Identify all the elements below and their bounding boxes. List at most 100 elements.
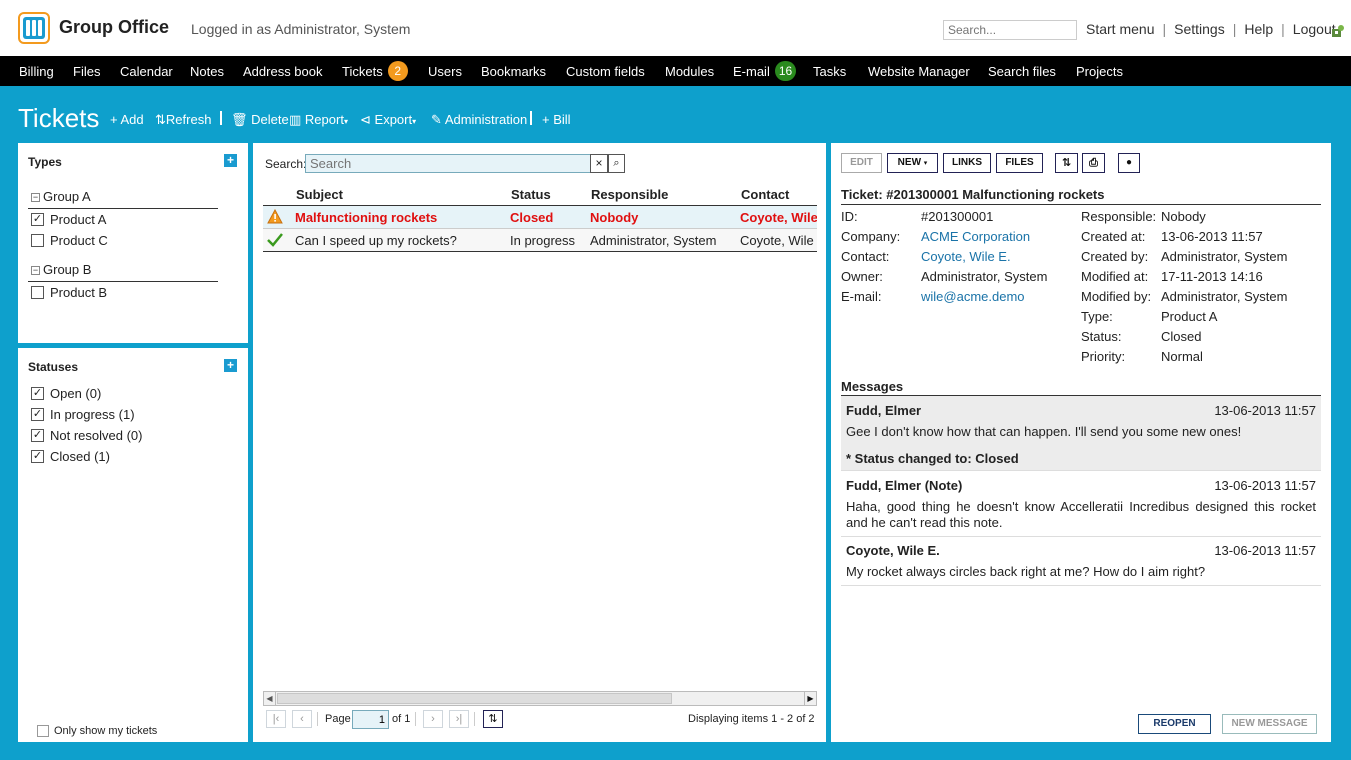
nav-tickets[interactable]: Tickets 2 [342, 60, 408, 81]
group-office-logo-icon[interactable] [18, 12, 50, 44]
page-of-label: of 1 [392, 713, 411, 725]
column-subject[interactable]: Subject [296, 187, 343, 202]
nav-website-manager[interactable]: Website Manager [868, 64, 970, 79]
field-label: ID: [841, 209, 858, 224]
nav-search-files[interactable]: Search files [988, 64, 1056, 79]
nav-files[interactable]: Files [73, 64, 100, 79]
trash-icon: 🗑 [231, 112, 248, 127]
logout-link[interactable]: Logout [1293, 21, 1336, 37]
email-link[interactable]: wile@acme.demo [921, 289, 1025, 304]
message-author: Fudd, Elmer (Note) [846, 478, 963, 493]
field-label: Modified at: [1081, 269, 1149, 284]
field-label: Status: [1081, 329, 1122, 344]
administration-button[interactable]: ✎ Administration [431, 112, 527, 128]
column-status[interactable]: Status [511, 187, 551, 202]
nav-notes[interactable]: Notes [190, 64, 224, 79]
nav-users[interactable]: Users [428, 64, 462, 79]
messages-title: Messages [841, 379, 904, 394]
new-button[interactable]: NEW ▾ [887, 153, 938, 173]
app-name: Group Office [59, 17, 170, 37]
refresh-detail-icon[interactable]: ⇅ [1055, 153, 1078, 173]
message-item: Fudd, Elmer 13-06-2013 11:57 Gee I don't… [841, 396, 1321, 471]
nav-custom-fields[interactable]: Custom fields [566, 64, 645, 79]
bill-button[interactable]: + Bill [542, 112, 571, 127]
types-title: Types [28, 155, 62, 169]
product-c-checkbox[interactable] [31, 234, 44, 247]
nav-billing[interactable]: Billing [19, 64, 54, 79]
message-author: Fudd, Elmer [846, 403, 922, 418]
start-menu-link[interactable]: Start menu [1086, 21, 1154, 37]
clear-search-icon[interactable]: × [590, 154, 608, 173]
warning-icon [267, 209, 283, 224]
contact-link[interactable]: Coyote, Wile E. [921, 249, 1011, 264]
group-a-header[interactable]: − Group A [31, 189, 91, 204]
next-page-icon[interactable]: › [423, 710, 443, 728]
collapse-icon[interactable]: − [31, 193, 40, 202]
email-count-badge: 16 [774, 60, 797, 81]
grid-search-input[interactable] [305, 154, 592, 173]
refresh-button[interactable]: ⇅Refresh [155, 112, 211, 128]
only-my-tickets-checkbox[interactable] [37, 725, 49, 737]
field-label: Contact: [841, 249, 890, 264]
settings-link[interactable]: Settings [1174, 21, 1225, 37]
nav-calendar[interactable]: Calendar [120, 64, 173, 79]
nav-modules[interactable]: Modules [665, 64, 714, 79]
scroll-left-icon[interactable]: ◀ [264, 692, 276, 705]
ticket-heading: Ticket: #201300001 Malfunctioning rocket… [841, 187, 1105, 202]
nav-bookmarks[interactable]: Bookmarks [481, 64, 546, 79]
nav-email[interactable]: E-mail 16 [733, 60, 797, 81]
company-link[interactable]: ACME Corporation [921, 229, 1030, 244]
product-a-label: Product A [50, 212, 107, 227]
status-in-progress-label: In progress (1) [50, 407, 135, 422]
horizontal-scrollbar[interactable]: ◀ ▶ [263, 691, 817, 706]
group-b-header[interactable]: − Group B [31, 262, 91, 277]
delete-button[interactable]: 🗑 Delete [231, 112, 289, 128]
collapse-icon[interactable]: − [31, 266, 40, 275]
edit-button[interactable]: EDIT [841, 153, 882, 173]
scroll-right-icon[interactable]: ▶ [804, 692, 816, 705]
nav-projects[interactable]: Projects [1076, 64, 1123, 79]
check-icon [267, 233, 283, 247]
links-button[interactable]: LINKS [943, 153, 991, 173]
help-link[interactable]: Help [1244, 21, 1273, 37]
page-label: Page [325, 713, 351, 725]
add-button[interactable]: + Add [110, 112, 144, 127]
module-nav: Billing Files Calendar Notes Address boo… [0, 56, 1351, 86]
add-status-icon[interactable]: + [224, 359, 237, 372]
files-button[interactable]: FILES [996, 153, 1043, 173]
status-not-resolved-checkbox[interactable]: ✓ [31, 429, 44, 442]
status-open-checkbox[interactable]: ✓ [31, 387, 44, 400]
status-closed-checkbox[interactable]: ✓ [31, 450, 44, 463]
column-contact[interactable]: Contact [741, 187, 789, 202]
page-title: Tickets [18, 103, 100, 133]
nav-address-book[interactable]: Address book [243, 64, 323, 79]
new-message-button[interactable]: NEW MESSAGE [1222, 714, 1317, 734]
report-button[interactable]: ▥ Report▾ [289, 112, 348, 128]
add-type-icon[interactable]: + [224, 154, 237, 167]
record-dot-icon[interactable]: ● [1118, 153, 1140, 173]
field-label: Owner: [841, 269, 883, 284]
logout-icon[interactable] [1331, 24, 1345, 38]
page-number-input[interactable] [352, 710, 389, 729]
product-b-checkbox[interactable] [31, 286, 44, 299]
search-icon[interactable]: ⌕ [608, 154, 625, 173]
first-page-icon[interactable]: |‹ [266, 710, 286, 728]
ticket-contact: Coyote, Wile E. [740, 210, 817, 225]
print-icon[interactable]: ⎙ [1082, 153, 1105, 173]
last-page-icon[interactable]: ›| [449, 710, 469, 728]
reopen-button[interactable]: REOPEN [1138, 714, 1211, 734]
nav-tasks[interactable]: Tasks [813, 64, 846, 79]
prev-page-icon[interactable]: ‹ [292, 710, 312, 728]
table-row[interactable]: Can I speed up my rockets? In progress A… [263, 229, 817, 252]
scrollbar-thumb[interactable] [277, 693, 672, 704]
status-value: Closed [1161, 329, 1202, 344]
export-button[interactable]: ⊲ Export▾ [360, 112, 416, 128]
refresh-grid-icon[interactable]: ⇅ [483, 710, 503, 728]
table-row[interactable]: Malfunctioning rockets Closed Nobody Coy… [263, 206, 817, 229]
global-search-input[interactable] [943, 20, 1077, 40]
product-a-checkbox[interactable]: ✓ [31, 213, 44, 226]
field-label: Modified by: [1081, 289, 1152, 304]
refresh-icon: ⇅ [155, 112, 166, 127]
status-in-progress-checkbox[interactable]: ✓ [31, 408, 44, 421]
column-responsible[interactable]: Responsible [591, 187, 668, 202]
